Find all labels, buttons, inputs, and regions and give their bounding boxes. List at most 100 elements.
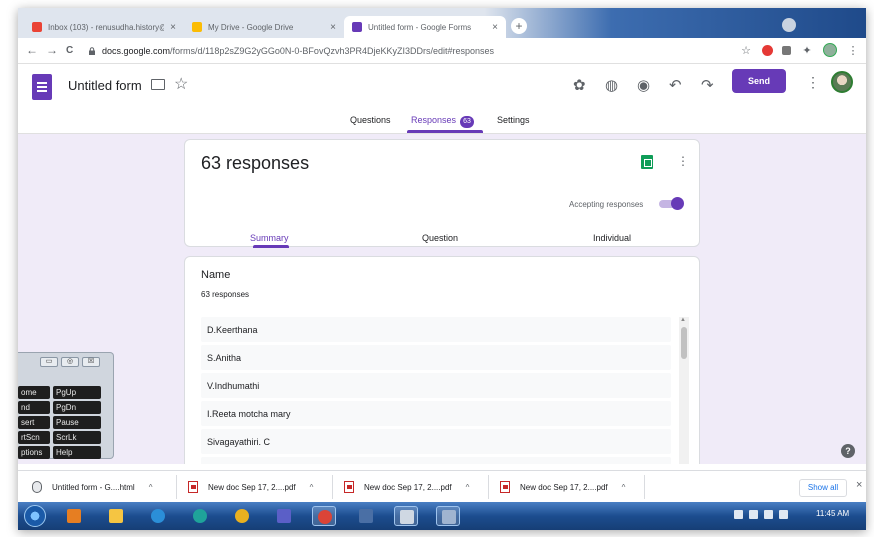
clock[interactable]: 11:45 AM bbox=[816, 509, 849, 518]
divider bbox=[488, 475, 489, 499]
pdf-file-icon bbox=[344, 481, 354, 493]
teams-glyph bbox=[277, 509, 291, 523]
osk-window-controls: ▭ ◎ ☒ bbox=[40, 357, 104, 367]
snipping-tool-icon[interactable] bbox=[394, 506, 418, 526]
scroll-thumb[interactable] bbox=[681, 327, 687, 359]
osk-key-pgdn[interactable]: PgDn bbox=[53, 401, 101, 414]
browser-tab-drive[interactable]: My Drive - Google Drive × bbox=[184, 16, 344, 38]
google-sheets-icon[interactable] bbox=[641, 155, 653, 169]
close-tab-icon[interactable]: × bbox=[492, 22, 498, 33]
subtab-question[interactable]: Question bbox=[422, 233, 458, 243]
action-center-icon[interactable] bbox=[734, 510, 743, 519]
addons-icon[interactable]: ✿ bbox=[573, 76, 586, 94]
redo-icon[interactable]: ↷ bbox=[701, 76, 714, 94]
chrome-icon[interactable] bbox=[312, 506, 336, 526]
osk-key-options[interactable]: ptions bbox=[18, 446, 50, 459]
divider bbox=[644, 475, 645, 499]
volume-icon[interactable] bbox=[764, 510, 773, 519]
file-explorer-icon[interactable] bbox=[104, 506, 128, 526]
download-item[interactable]: Untitled form - G....html ^ bbox=[32, 477, 152, 497]
browser-menu-icon[interactable]: ⋮ bbox=[846, 44, 860, 57]
folder-icon[interactable] bbox=[151, 79, 165, 90]
teams-icon[interactable] bbox=[272, 506, 296, 526]
show-all-downloads-button[interactable]: Show all bbox=[799, 479, 847, 497]
address-bar[interactable]: docs.google.com /forms/d/118p2sZ9G2yGGo0… bbox=[88, 42, 748, 60]
edge-icon[interactable] bbox=[188, 506, 212, 526]
avatar[interactable] bbox=[831, 71, 853, 93]
osk-key-home[interactable]: ome bbox=[18, 386, 50, 399]
chrome-canary-icon[interactable] bbox=[230, 506, 254, 526]
scroll-up-icon[interactable]: ▲ bbox=[680, 317, 686, 323]
osk-key-help[interactable]: Help bbox=[53, 446, 101, 459]
close-tab-icon[interactable]: × bbox=[330, 22, 336, 33]
start-button[interactable] bbox=[24, 505, 46, 527]
subtab-individual[interactable]: Individual bbox=[593, 233, 631, 243]
puzzle-extensions-icon[interactable]: ✦ bbox=[800, 44, 814, 57]
on-screen-keyboard: ▭ ◎ ☒ ome PgUp nd PgDn sert Pause rtScn … bbox=[18, 352, 114, 459]
question-response-count: 63 responses bbox=[201, 290, 250, 299]
chevron-up-icon[interactable]: ^ bbox=[310, 483, 314, 492]
bookmark-star-icon[interactable]: ☆ bbox=[739, 44, 753, 57]
form-title[interactable]: Untitled form bbox=[68, 78, 142, 93]
restore-icon[interactable]: ◎ bbox=[61, 357, 79, 367]
internet-explorer-icon[interactable] bbox=[146, 506, 170, 526]
chevron-up-icon[interactable]: ^ bbox=[149, 483, 153, 492]
tab-settings[interactable]: Settings bbox=[497, 115, 530, 125]
google-forms-logo-icon[interactable] bbox=[32, 74, 52, 100]
battery-icon[interactable] bbox=[779, 510, 788, 519]
responses-more-icon[interactable]: ⋮ bbox=[677, 154, 689, 168]
palette-icon[interactable]: ◍ bbox=[605, 76, 618, 94]
help-icon[interactable]: ? bbox=[841, 444, 855, 458]
list-item: S.Anitha bbox=[201, 345, 671, 370]
network-icon[interactable] bbox=[749, 510, 758, 519]
osk-key-pause[interactable]: Pause bbox=[53, 416, 101, 429]
preview-eye-icon[interactable]: ◉ bbox=[637, 76, 650, 94]
scrollbar[interactable]: ▲ bbox=[679, 317, 689, 464]
tab-responses[interactable]: Responses 63 bbox=[411, 115, 475, 128]
tab-questions[interactable]: Questions bbox=[350, 115, 391, 125]
osk-key-prtscn[interactable]: rtScn bbox=[18, 431, 50, 444]
download-filename: Untitled form - G....html bbox=[52, 482, 135, 492]
accepting-responses-toggle[interactable] bbox=[659, 197, 684, 210]
subtab-summary[interactable]: Summary bbox=[250, 233, 289, 243]
media-player-icon[interactable] bbox=[62, 506, 86, 526]
back-button[interactable]: ← bbox=[26, 43, 38, 57]
response-list[interactable]: D.Keerthana S.Anitha V.Indhumathi I.Reet… bbox=[201, 317, 689, 464]
active-subtab-indicator bbox=[253, 245, 289, 248]
download-filename: New doc Sep 17, 2....pdf bbox=[364, 482, 452, 492]
download-item[interactable]: New doc Sep 17, 2....pdf ^ bbox=[500, 477, 625, 497]
screen-capture-icon[interactable] bbox=[436, 506, 460, 526]
forward-button[interactable]: → bbox=[46, 43, 58, 57]
download-item[interactable]: New doc Sep 17, 2....pdf ^ bbox=[344, 477, 469, 497]
close-downloads-icon[interactable]: × bbox=[856, 479, 862, 491]
app-window-icon[interactable] bbox=[354, 506, 378, 526]
extension-icon[interactable] bbox=[782, 45, 791, 55]
chevron-up-icon[interactable]: ^ bbox=[622, 483, 626, 492]
download-filename: New doc Sep 17, 2....pdf bbox=[208, 482, 296, 492]
window-control-icon[interactable] bbox=[782, 18, 796, 32]
tab-responses-label: Responses bbox=[411, 115, 457, 125]
reload-button[interactable]: C bbox=[66, 45, 73, 56]
close-icon[interactable]: ☒ bbox=[82, 357, 100, 367]
close-tab-icon[interactable]: × bbox=[170, 22, 176, 33]
osk-key-insert[interactable]: sert bbox=[18, 416, 50, 429]
lock-icon bbox=[89, 47, 95, 55]
minimize-icon[interactable]: ▭ bbox=[40, 357, 58, 367]
chevron-up-icon[interactable]: ^ bbox=[466, 483, 470, 492]
more-options-icon[interactable]: ⋮ bbox=[806, 74, 820, 91]
osk-key-end[interactable]: nd bbox=[18, 401, 50, 414]
profile-avatar-icon[interactable] bbox=[823, 43, 837, 57]
browser-tab-gmail[interactable]: Inbox (103) - renusudha.history@... × bbox=[24, 16, 184, 38]
list-item: D.Keerthana bbox=[201, 317, 671, 342]
download-item[interactable]: New doc Sep 17, 2....pdf ^ bbox=[188, 477, 313, 497]
star-icon[interactable]: ☆ bbox=[174, 74, 188, 94]
send-button[interactable]: Send bbox=[732, 69, 786, 93]
undo-icon[interactable]: ↶ bbox=[669, 76, 682, 94]
osk-key-pgup[interactable]: PgUp bbox=[53, 386, 101, 399]
adblock-extension-icon[interactable] bbox=[762, 44, 773, 56]
new-tab-button[interactable]: + bbox=[511, 18, 527, 34]
active-tab-indicator bbox=[407, 130, 483, 133]
browser-tab-forms[interactable]: Untitled form - Google Forms × bbox=[344, 16, 506, 38]
osk-key-scrlk[interactable]: ScrLk bbox=[53, 431, 101, 444]
list-item: V.Indhumathi bbox=[201, 373, 671, 398]
